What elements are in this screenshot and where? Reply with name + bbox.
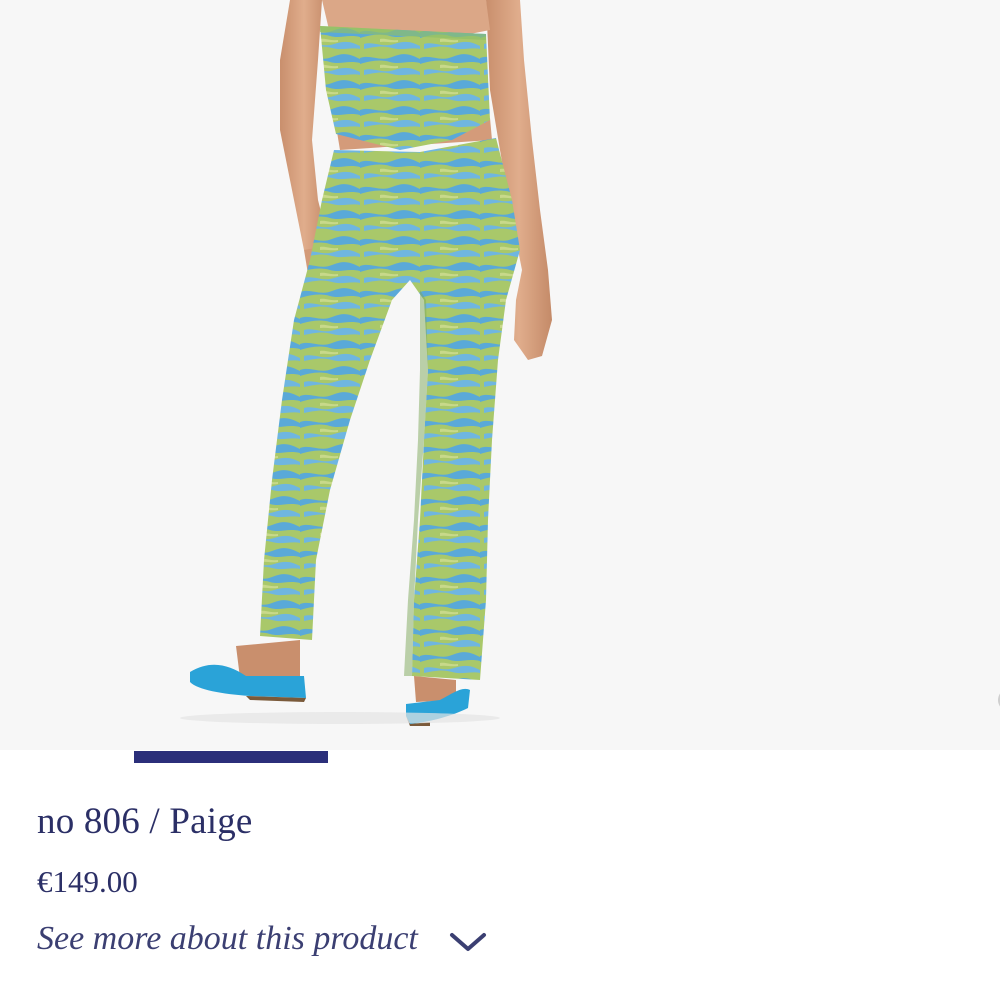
see-more-label: See more about this product — [37, 920, 418, 957]
product-title: no 806 / Paige — [37, 801, 253, 842]
product-page: no 806 / Paige €149.00 See more about th… — [0, 0, 1000, 1000]
gallery-progress-indicator — [134, 751, 328, 763]
product-price: €149.00 — [37, 864, 138, 899]
product-photo — [180, 0, 552, 726]
see-more-toggle[interactable]: See more about this product — [37, 920, 488, 958]
chevron-down-icon[interactable] — [448, 929, 488, 955]
next-slide-peek[interactable] — [994, 680, 1000, 720]
product-image-gallery[interactable] — [0, 0, 1000, 750]
